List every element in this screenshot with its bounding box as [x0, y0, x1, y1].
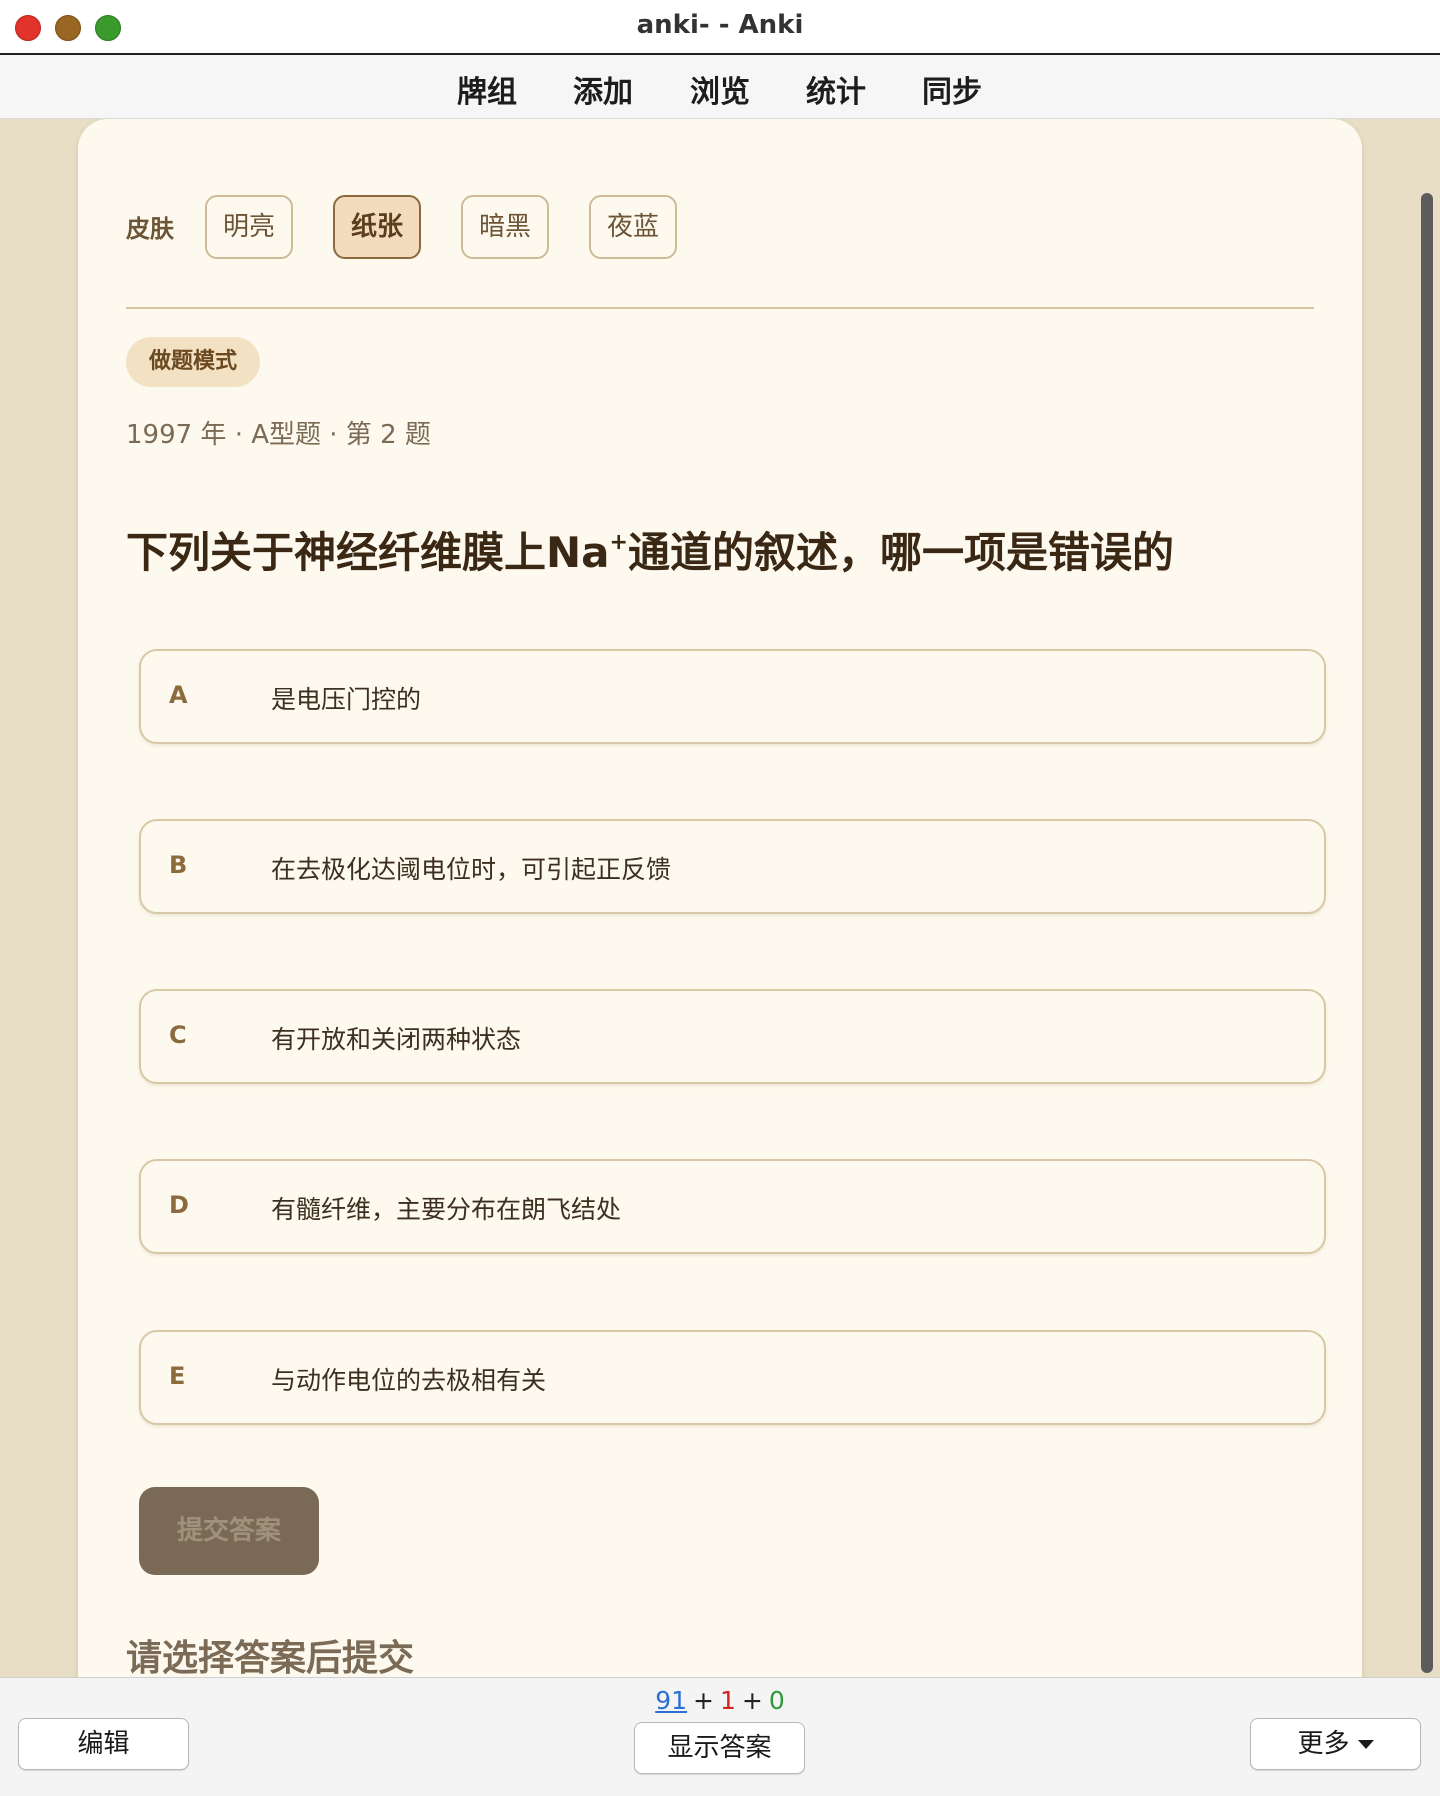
- mode-badge: 做题模式: [126, 337, 260, 387]
- more-label: 更多: [1297, 1729, 1350, 1759]
- question-card: 皮肤 明亮 纸张 暗黑 夜蓝 做题模式 1997 年 · A型题 · 第 2 题…: [78, 119, 1362, 1677]
- question-meta: 1997 年 · A型题 · 第 2 题: [126, 420, 431, 450]
- option-text: 有开放和关闭两种状态: [271, 1025, 522, 1054]
- question-text-start: 下列关于神经纤维膜上Na: [126, 528, 610, 577]
- menu-sync[interactable]: 同步: [922, 67, 982, 111]
- edit-button[interactable]: 编辑: [18, 1718, 189, 1770]
- question-text-end: 通道的叙述，哪一项是错误的: [627, 528, 1174, 577]
- review-count: 0: [768, 1686, 785, 1715]
- option-letter: D: [169, 1191, 189, 1219]
- option-c[interactable]: C 有开放和关闭两种状态: [139, 989, 1326, 1084]
- bottom-bar: 91 +1 +0 编辑 显示答案 更多: [0, 1677, 1440, 1796]
- menu-stats[interactable]: 统计: [806, 67, 866, 111]
- scrollbar[interactable]: [1421, 193, 1433, 1673]
- due-counts: 91 +1 +0: [0, 1686, 1440, 1715]
- option-letter: C: [169, 1021, 187, 1049]
- skin-option-paper[interactable]: 纸张: [333, 195, 421, 259]
- top-menu-bar: 牌组 添加 浏览 统计 同步: [0, 55, 1440, 119]
- plus-sign: +: [693, 1686, 714, 1715]
- caret-down-icon: [1357, 1740, 1374, 1749]
- window-titlebar: anki- - Anki: [0, 0, 1440, 55]
- option-letter: B: [169, 851, 188, 879]
- option-text: 在去极化达阈电位时，可引起正反馈: [271, 855, 672, 884]
- submit-hint: 请选择答案后提交: [126, 1638, 415, 1677]
- submit-answer-button[interactable]: 提交答案: [139, 1487, 319, 1575]
- option-letter: A: [169, 681, 188, 709]
- window-title: anki- - Anki: [636, 10, 804, 40]
- menu-decks[interactable]: 牌组: [457, 67, 517, 111]
- question-superscript: +: [609, 530, 628, 555]
- menu-browse[interactable]: 浏览: [690, 67, 750, 111]
- show-answer-button[interactable]: 显示答案: [634, 1722, 805, 1774]
- option-text: 是电压门控的: [271, 685, 422, 714]
- option-text: 与动作电位的去极相有关: [271, 1366, 547, 1395]
- option-b[interactable]: B 在去极化达阈电位时，可引起正反馈: [139, 819, 1326, 914]
- menu-add[interactable]: 添加: [573, 67, 633, 111]
- skin-option-light[interactable]: 明亮: [205, 195, 293, 259]
- option-e[interactable]: E 与动作电位的去极相有关: [139, 1330, 1326, 1425]
- skin-label: 皮肤: [126, 215, 174, 243]
- divider: [126, 307, 1314, 309]
- new-count[interactable]: 91: [655, 1686, 687, 1715]
- more-button[interactable]: 更多: [1250, 1718, 1421, 1770]
- learn-count: 1: [720, 1686, 736, 1715]
- option-d[interactable]: D 有髓纤维，主要分布在朗飞结处: [139, 1159, 1326, 1254]
- skin-option-night-blue[interactable]: 夜蓝: [589, 195, 677, 259]
- option-a[interactable]: A 是电压门控的: [139, 649, 1326, 744]
- option-letter: E: [169, 1362, 186, 1390]
- option-text: 有髓纤维，主要分布在朗飞结处: [271, 1195, 622, 1224]
- review-area: 皮肤 明亮 纸张 暗黑 夜蓝 做题模式 1997 年 · A型题 · 第 2 题…: [0, 119, 1440, 1677]
- question-text: 下列关于神经纤维膜上Na+通道的叙述，哪一项是错误的: [126, 519, 1174, 580]
- plus-sign: +: [741, 1686, 763, 1715]
- skin-option-dark[interactable]: 暗黑: [461, 195, 549, 259]
